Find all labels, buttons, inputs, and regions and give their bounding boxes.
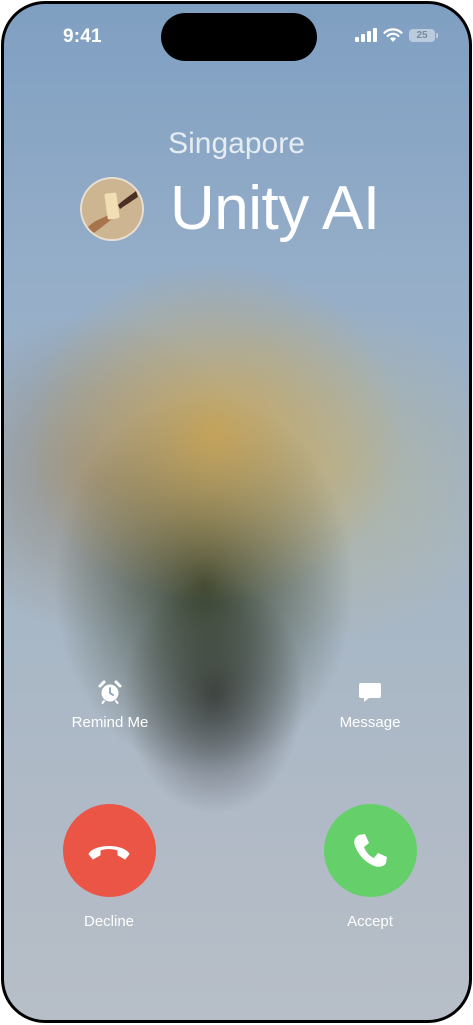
accept-button[interactable] [323, 804, 417, 897]
accept-label: Accept [347, 913, 393, 930]
caller-name: Unity AI [170, 174, 380, 243]
home-indicator [167, 1007, 307, 1012]
wifi-icon [383, 28, 403, 42]
battery-level: 25 [416, 29, 428, 41]
decline-button[interactable] [62, 804, 156, 897]
message-button[interactable]: Message [310, 679, 430, 731]
status-icons: 25 [355, 28, 438, 42]
decline-action: Decline [49, 804, 169, 930]
decline-label: Decline [83, 913, 135, 930]
status-time: 9:41 [63, 26, 102, 47]
remind-me-button[interactable]: Remind Me [50, 679, 170, 731]
alarm-clock-icon [98, 680, 122, 704]
message-label: Message [339, 714, 401, 731]
accept-action: Accept [310, 804, 430, 930]
remind-me-label: Remind Me [71, 714, 149, 731]
hang-up-icon [88, 845, 130, 859]
message-bubble-icon [359, 683, 381, 702]
status-bar: 9:41 25 [4, 4, 469, 64]
phone-icon [354, 833, 387, 867]
caller-location: Singapore [168, 127, 305, 160]
avatar [80, 177, 144, 241]
battery-icon: 25 [409, 28, 438, 42]
dynamic-island [161, 13, 317, 61]
caller-row: Unity AI [80, 174, 380, 244]
cellular-signal-icon [355, 28, 377, 42]
phone-frame: 9:41 25 Singapore Unity AI Remind Me Mes… [1, 1, 472, 1023]
avatar-image [82, 179, 142, 239]
